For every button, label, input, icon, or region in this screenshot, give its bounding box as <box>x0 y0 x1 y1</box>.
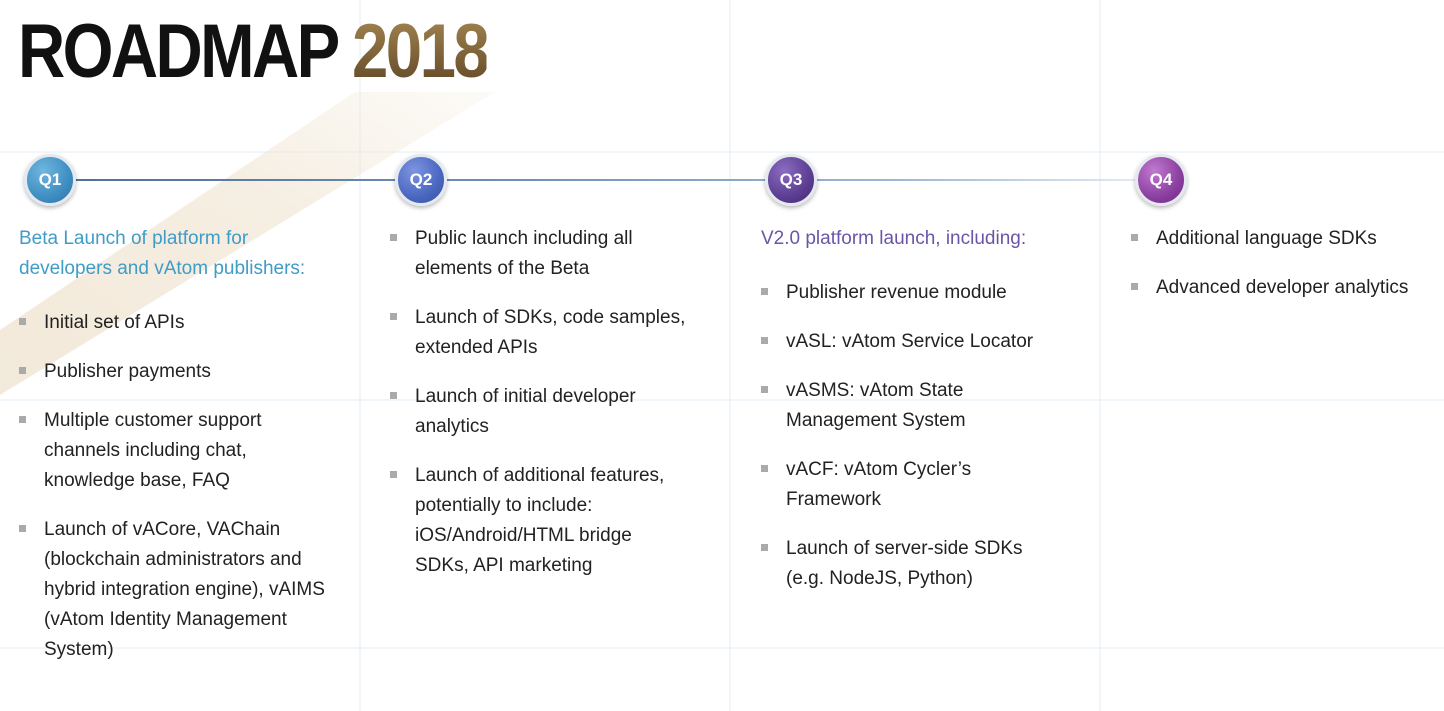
list-item: Advanced developer analytics <box>1131 273 1441 303</box>
q2-column: Public launch including all elements of … <box>390 224 710 600</box>
list-item: Multiple customer support channels inclu… <box>19 406 304 496</box>
q2-items: Public launch including all elements of … <box>390 224 710 581</box>
q3-items: Publisher revenue module vASL: vAtom Ser… <box>761 278 1081 594</box>
list-item: Launch of SDKs, code samples, extended A… <box>390 303 710 363</box>
q3-node: Q3 <box>765 154 817 206</box>
list-item: Initial set of APIs <box>19 308 339 338</box>
title-main: ROADMAP <box>18 9 339 94</box>
q2-node-label: Q2 <box>409 170 433 189</box>
q4-items: Additional language SDKs Advanced develo… <box>1131 224 1441 303</box>
q3-heading: V2.0 platform launch, including: <box>761 228 1027 249</box>
q3-node-label: Q3 <box>779 170 803 189</box>
title-year: 2018 <box>352 9 490 94</box>
list-item: Additional language SDKs <box>1131 224 1441 254</box>
q1-items: Initial set of APIs Publisher payments M… <box>19 308 339 665</box>
q4-node: Q4 <box>1135 154 1187 206</box>
list-item: Launch of initial developer analytics <box>390 382 675 442</box>
q4-node-label: Q4 <box>1149 170 1173 189</box>
list-item: Launch of vACore, VAChain (blockchain ad… <box>19 515 329 665</box>
q1-heading: Beta Launch of platform for developers a… <box>19 228 306 279</box>
q1-node-label: Q1 <box>38 170 62 189</box>
timeline-line <box>50 179 1180 181</box>
list-item: Launch of additional features, potential… <box>390 461 690 581</box>
list-item: vASMS: vAtom State Management System <box>761 376 1006 436</box>
list-item: Publisher revenue module <box>761 278 1081 308</box>
q1-column: Beta Launch of platform for developers a… <box>19 224 339 684</box>
page-title: ROADMAP 2018 <box>18 6 490 98</box>
q4-column: Additional language SDKs Advanced develo… <box>1131 224 1441 322</box>
q2-node: Q2 <box>395 154 447 206</box>
list-item: vASL: vAtom Service Locator <box>761 327 1081 357</box>
list-item: Public launch including all elements of … <box>390 224 665 284</box>
list-item: Publisher payments <box>19 357 339 387</box>
list-item: vACF: vAtom Cycler’s Framework <box>761 455 1011 515</box>
list-item: Launch of server-side SDKs (e.g. NodeJS,… <box>761 534 1061 594</box>
q3-column: V2.0 platform launch, including: Publish… <box>761 224 1081 613</box>
q1-node: Q1 <box>24 154 76 206</box>
